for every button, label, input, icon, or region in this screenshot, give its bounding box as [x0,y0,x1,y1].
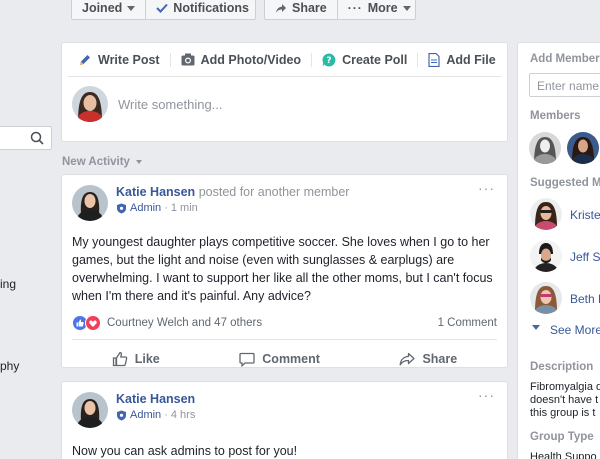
left-nav-item[interactable]: phy [0,359,19,373]
add-members-input[interactable]: Enter name o [529,73,600,97]
joined-button[interactable]: Joined [72,0,145,19]
notifications-button[interactable]: Notifications [145,0,259,19]
group-type-heading: Group Type [530,431,594,443]
suggested-member-link[interactable]: Jeff S [570,250,600,264]
poll-icon: ? [322,52,336,66]
group-membership-bar: Joined Notifications [71,0,256,20]
pencil-icon [80,54,90,65]
share-group-label: Share [292,1,327,15]
admin-shield-icon [117,203,126,213]
description-heading: Description [530,361,594,373]
member-avatar[interactable] [529,132,561,164]
post-header: Katie Hansen Admin · 4 hrs ··· [62,382,507,428]
group-type-value: Health Suppo [530,451,597,459]
comment-button[interactable]: Comment [239,352,320,367]
share-arrow-icon [400,352,416,366]
description-line: Fibromyalgia d [530,381,600,393]
group-sidebar: Add Member Enter name o Members Suggeste… [517,42,600,459]
left-search-input[interactable] [0,126,52,150]
suggested-member-link[interactable]: Beth D [570,292,600,306]
share-arrow-icon [276,3,286,13]
suggested-members-heading: Suggested M [530,177,600,189]
more-button[interactable]: ··· More [336,0,421,19]
chevron-down-icon [402,5,411,11]
group-share-more-bar: Share ··· More [264,0,416,20]
create-poll-label: Create Poll [342,52,408,67]
new-activity-sort[interactable]: New Activity [62,156,142,168]
love-reaction-icon [85,315,101,331]
thumbs-up-icon [112,351,128,367]
meta-separator: · [164,409,168,421]
post-body: Now you can ask admins to post for you! [72,444,298,458]
suggested-member-link[interactable]: Kriste [570,208,600,222]
share-label: Share [422,352,458,366]
like-label: Like [134,352,160,366]
author-avatar[interactable] [72,392,108,428]
post-timestamp[interactable]: 1 min [171,202,198,214]
write-post-label: Write Post [98,52,160,67]
feed-post: Katie Hansen Admin · 4 hrs ··· Now you c… [61,381,508,459]
add-file-tab[interactable]: Add File [417,52,505,67]
write-something-input[interactable]: Write something... [118,97,223,112]
share-button[interactable]: Share [399,352,457,366]
suggested-member-avatar[interactable] [530,282,562,314]
comment-count-link[interactable]: 1 Comment [438,317,497,329]
reactions-summary[interactable]: Courtney Welch and 47 others [107,317,262,329]
composer-tabs: Write Post Add Photo/Video ? Create Poll… [68,43,501,77]
post-timestamp[interactable]: 4 hrs [171,409,195,421]
author-name-link[interactable]: Katie Hansen [116,392,195,406]
svg-text:?: ? [326,56,331,66]
member-avatar[interactable] [567,132,599,164]
see-more-link[interactable]: See More [550,323,600,337]
post-options-icon[interactable]: ··· [478,388,495,402]
reactions-bar: Courtney Welch and 47 others 1 Comment [72,315,497,340]
share-group-button[interactable]: Share [265,0,337,19]
add-photo-video-label: Add Photo/Video [200,52,302,67]
chevron-down-icon [135,160,142,164]
post-meta: Katie Hansen Admin · 4 hrs [116,392,195,428]
chevron-down-icon [532,325,540,330]
comment-label: Comment [262,352,320,366]
author-role: Admin [130,202,162,214]
post-context: posted for another member [198,185,350,199]
post-options-icon[interactable]: ··· [478,181,495,195]
meta-separator: · [164,202,168,214]
author-name-link[interactable]: Katie Hansen [116,185,195,199]
post-meta: Katie Hansen posted for another member A… [116,185,349,221]
add-file-label: Add File [446,52,496,67]
add-photo-video-tab[interactable]: Add Photo/Video [169,52,311,67]
post-header: Katie Hansen posted for another member A… [62,175,507,221]
reaction-icons[interactable] [72,315,101,331]
camera-icon [181,53,195,66]
author-avatar[interactable] [72,185,108,221]
new-activity-label: New Activity [62,156,130,168]
notifications-label: Notifications [173,1,249,15]
more-dots-icon: ··· [347,1,363,15]
post-composer: Write Post Add Photo/Video ? Create Poll… [61,42,508,142]
chevron-down-icon [127,5,136,11]
search-icon[interactable] [30,131,44,145]
create-poll-tab[interactable]: ? Create Poll [311,52,417,67]
description-line: doesn't have t [530,394,599,406]
left-nav-item[interactable]: ing [0,277,16,291]
feed-post: Katie Hansen posted for another member A… [61,174,508,368]
avatar [72,86,108,122]
more-label: More [367,1,398,15]
joined-label: Joined [82,1,123,15]
add-members-heading: Add Member [530,53,600,65]
members-heading[interactable]: Members [530,110,581,122]
checkmark-icon [156,3,169,13]
suggested-member-avatar[interactable] [530,240,562,272]
file-icon [428,52,440,67]
post-actions: Like Comment Share [72,340,497,378]
write-post-tab[interactable]: Write Post [78,53,170,67]
post-body: My youngest daughter plays competitive s… [72,235,493,303]
suggested-member-avatar[interactable] [530,198,562,230]
admin-shield-icon [117,410,126,420]
author-role: Admin [130,409,162,421]
composer-body[interactable]: Write something... [62,77,507,131]
like-button[interactable]: Like [112,351,160,367]
comment-bubble-icon [239,352,255,367]
description-line: this group is t [530,407,596,419]
